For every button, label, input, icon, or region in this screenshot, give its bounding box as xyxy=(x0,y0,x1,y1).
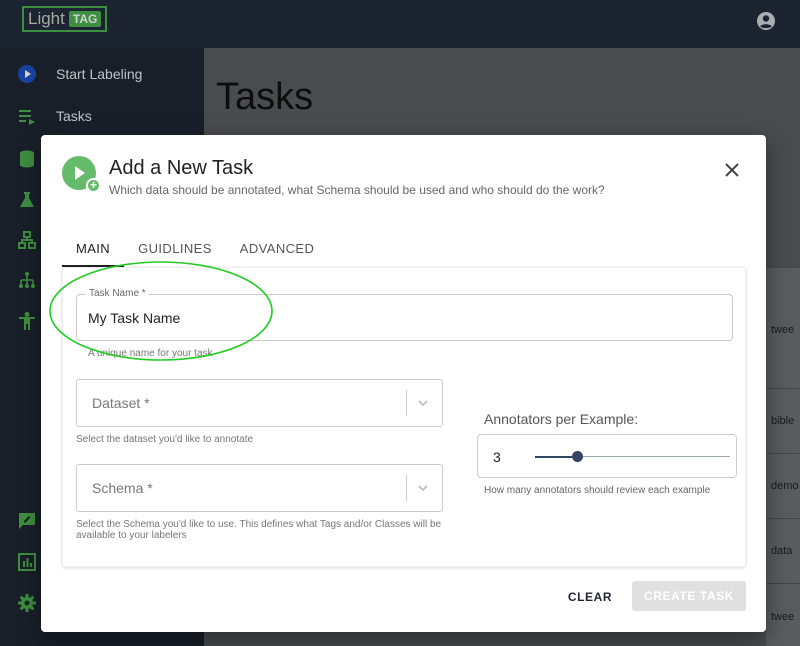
annotators-value: 3 xyxy=(493,449,501,465)
create-task-button[interactable]: CREATE TASK xyxy=(632,581,746,611)
select-separator xyxy=(406,390,407,416)
task-name-field[interactable]: Task Name * My Task Name xyxy=(76,288,733,341)
chevron-down-icon[interactable] xyxy=(416,481,430,495)
chevron-down-icon[interactable] xyxy=(416,396,430,410)
add-task-icon: + xyxy=(62,156,101,193)
tab-guidlines[interactable]: GUIDLINES xyxy=(124,233,226,267)
annotators-field: 3 xyxy=(477,434,737,478)
task-name-helper: A unique name for your task xyxy=(88,348,213,359)
annotators-helper: How many annotators should review each e… xyxy=(484,485,711,496)
schema-select[interactable]: Schema * xyxy=(76,464,443,512)
tab-main[interactable]: MAIN xyxy=(62,233,125,267)
annotators-label: Annotators per Example: xyxy=(484,411,639,427)
schema-helper: Select the Schema you'd like to use. Thi… xyxy=(76,519,442,541)
clear-button[interactable]: CLEAR xyxy=(557,582,623,612)
dataset-placeholder: Dataset * xyxy=(92,395,150,411)
dataset-select[interactable]: Dataset * xyxy=(76,379,443,427)
annotators-slider-thumb[interactable] xyxy=(572,451,583,462)
dataset-helper: Select the dataset you'd like to annotat… xyxy=(76,434,254,445)
schema-placeholder: Schema * xyxy=(92,480,153,496)
main-tab-panel: Task Name * My Task Name A unique name f… xyxy=(62,267,746,567)
tab-advanced[interactable]: ADVANCED xyxy=(226,233,328,267)
select-separator xyxy=(406,475,407,501)
close-icon[interactable] xyxy=(721,159,743,181)
dialog-tabs: MAIN GUIDLINES ADVANCED xyxy=(62,233,328,267)
task-name-input[interactable]: My Task Name xyxy=(88,310,180,326)
slider-track[interactable] xyxy=(578,456,730,457)
dialog-title: Add a New Task xyxy=(109,157,254,179)
task-name-label: Task Name * xyxy=(86,288,149,299)
dialog-subtitle: Which data should be annotated, what Sch… xyxy=(109,183,605,197)
add-task-dialog: + Add a New Task Which data should be an… xyxy=(41,135,766,632)
